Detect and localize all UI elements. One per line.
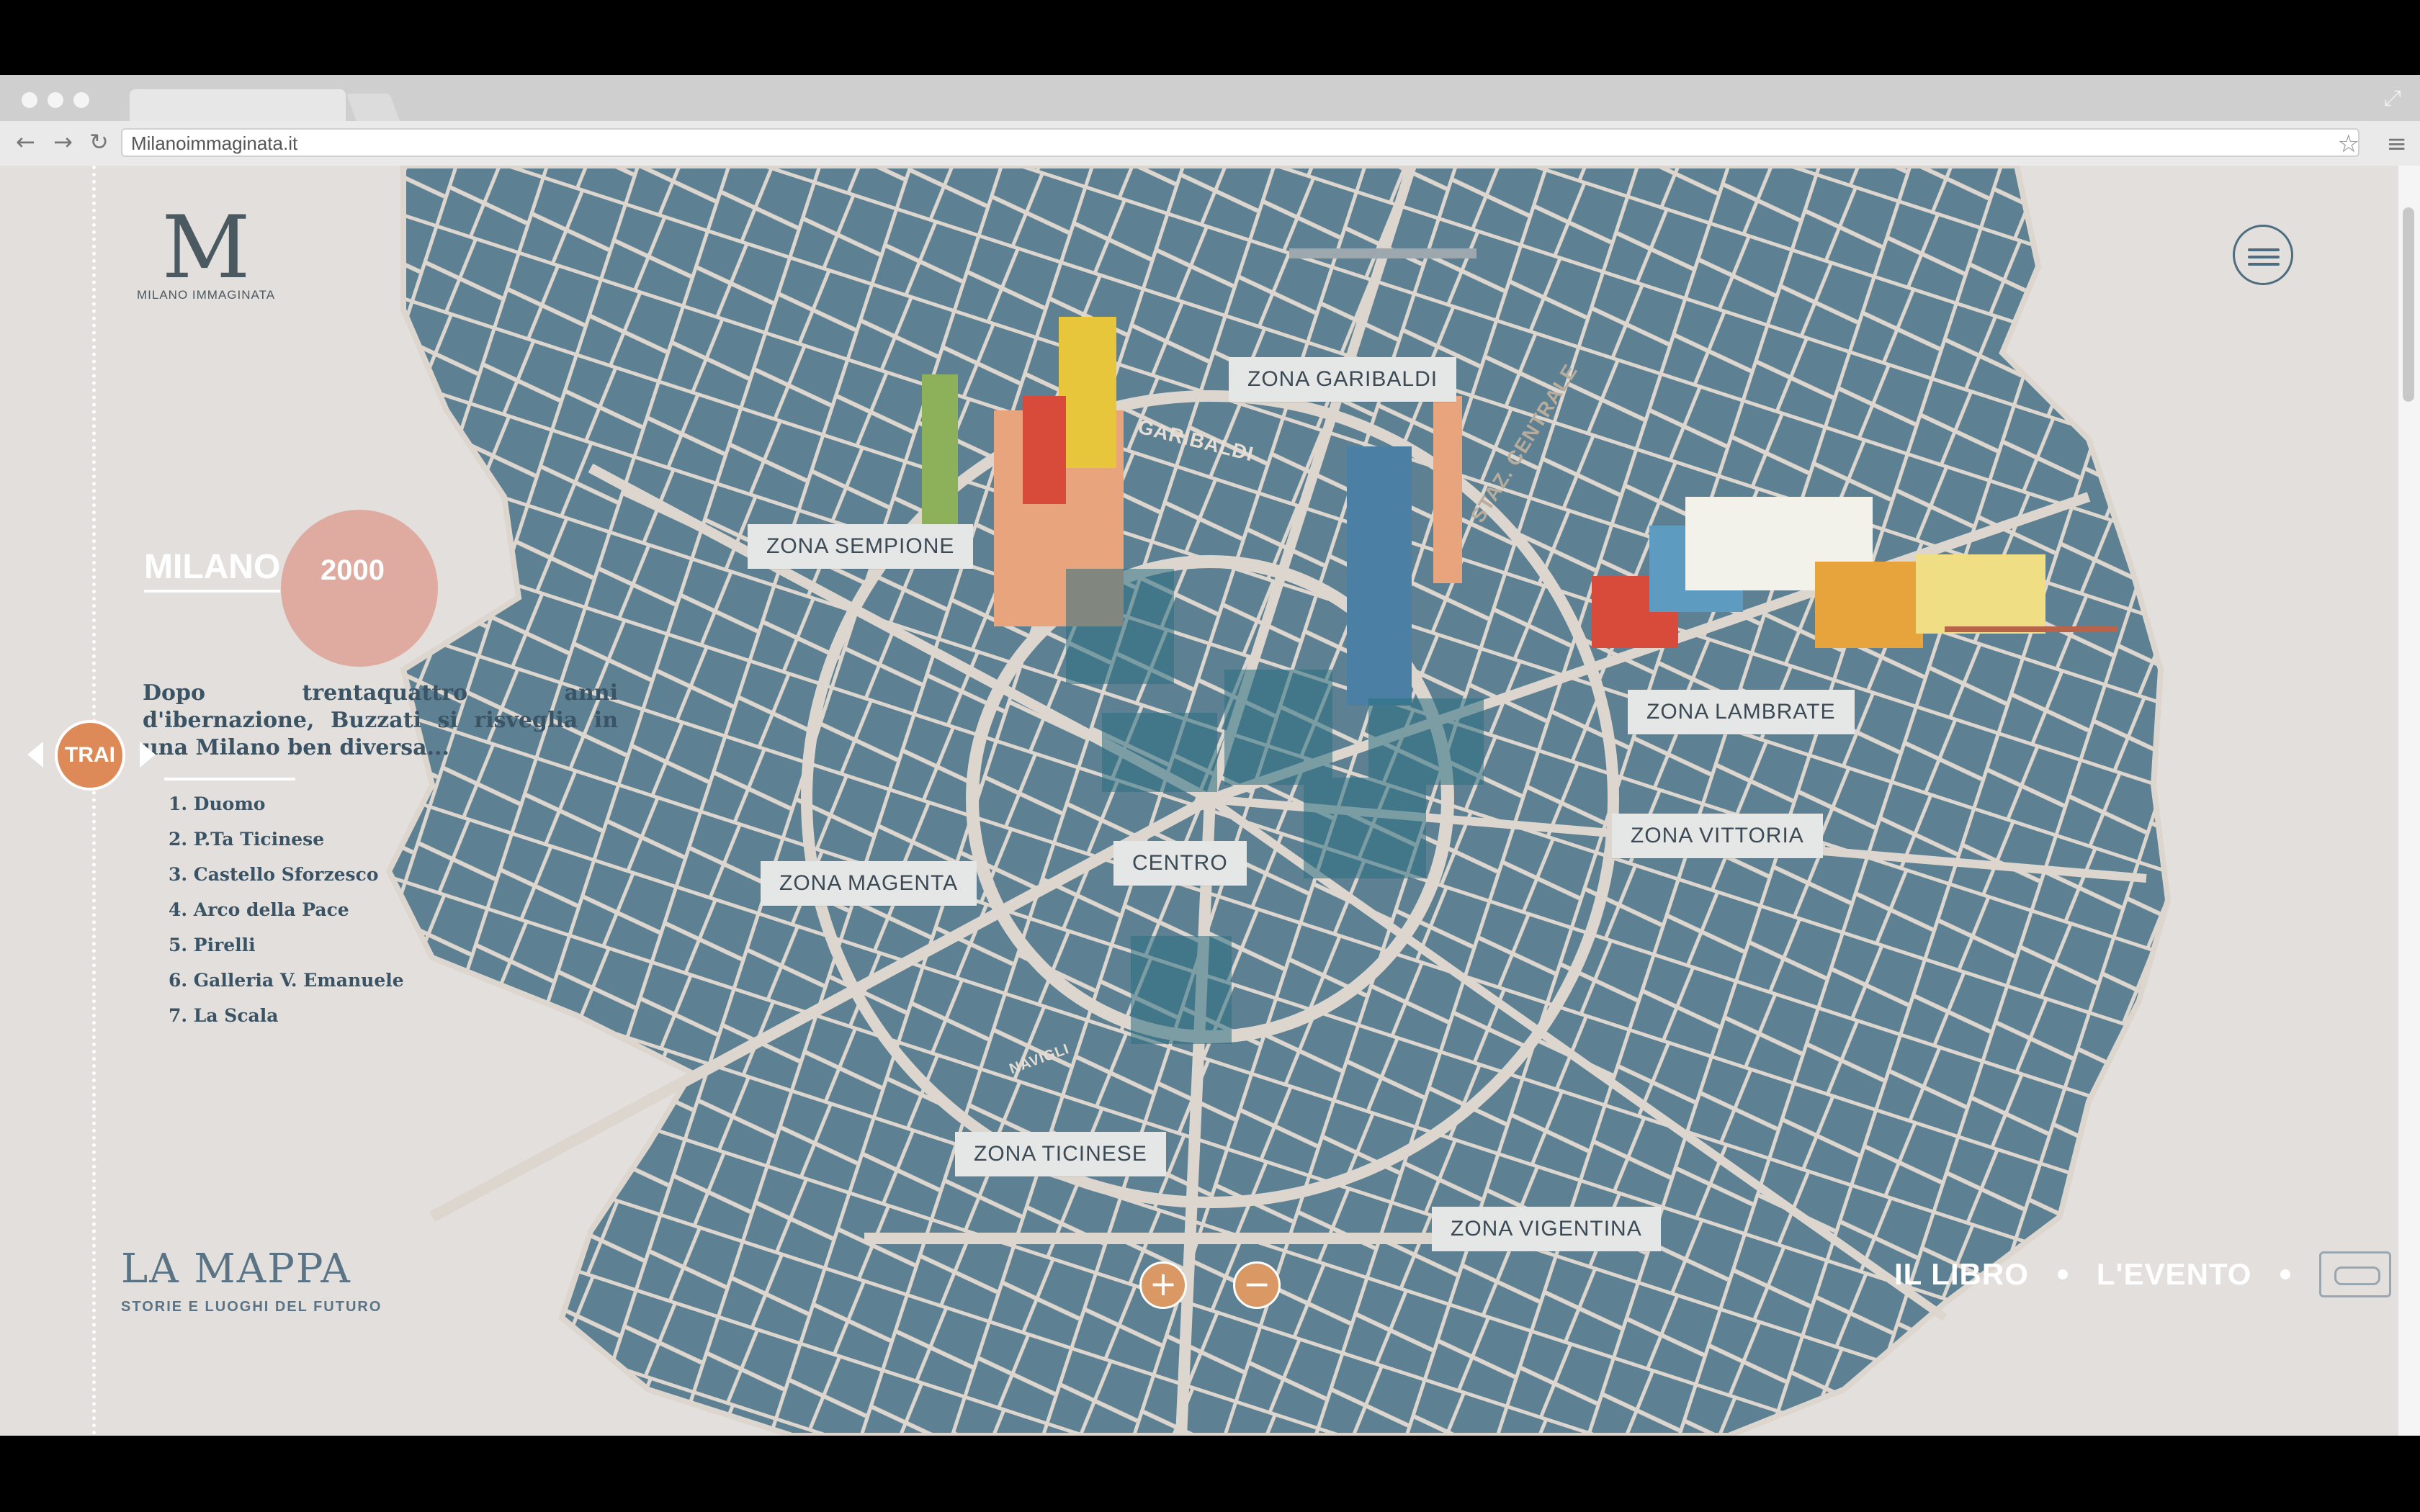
era-heading: MILANO 2000 — [144, 510, 438, 667]
zone-vigentina-label[interactable]: ZONA VIGENTINA — [1432, 1207, 1661, 1251]
cassette-audio-icon[interactable] — [2319, 1251, 2392, 1297]
new-tab-button[interactable] — [346, 94, 400, 121]
place-item-duomo[interactable]: 1. Duomo — [169, 793, 404, 829]
site-logo[interactable]: M MILANO IMMAGINATA — [137, 198, 276, 302]
place-item-la-scala[interactable]: 7. La Scala — [169, 1005, 404, 1040]
intro-text: Dopo trentaquattro anni d'ibernazione, B… — [143, 680, 618, 760]
tab-strip: ⤢ — [0, 75, 2420, 121]
browser-chrome: ⤢ ← → ↻ Milanoimmaginata.it ☆ ≡ — [0, 75, 2420, 167]
zone-magenta-label[interactable]: ZONA MAGENTA — [761, 861, 977, 906]
zone-sempione-label[interactable]: ZONA SEMPIONE — [748, 524, 974, 569]
intro-divider — [164, 778, 295, 780]
forward-icon[interactable]: → — [53, 128, 73, 156]
footer-nav: IL LIBRO L'EVENTO — [1894, 1251, 2392, 1297]
place-item-castello-sforzesco[interactable]: 3. Castello Sforzesco — [169, 864, 404, 899]
place-item-arco-della-pace[interactable]: 4. Arco della Pace — [169, 899, 404, 935]
zone-vittoria-label[interactable]: ZONA VITTORIA — [1612, 814, 1823, 858]
zone-garibaldi-label[interactable]: ZONA GARIBALDI — [1229, 357, 1457, 402]
browser-menu-icon[interactable]: ≡ — [2387, 130, 2408, 158]
zone-centro-label[interactable]: CENTRO — [1113, 841, 1247, 886]
scrollbar-thumb[interactable] — [2403, 207, 2414, 402]
window-controls — [22, 92, 89, 108]
zoom-in-button[interactable]: + — [1139, 1261, 1187, 1309]
reload-icon[interactable]: ↻ — [89, 128, 109, 156]
browser-tab[interactable] — [130, 89, 346, 121]
maximize-window-button[interactable] — [73, 92, 89, 108]
section-title: LA MAPPA — [121, 1246, 351, 1292]
logo-text: MILANO IMMAGINATA — [137, 288, 276, 302]
menu-line-icon — [2248, 263, 2280, 266]
timeline-drag-handle[interactable]: TRAI — [55, 720, 125, 791]
expand-icon[interactable]: ⤢ — [2384, 86, 2401, 111]
section-subtitle: STORIE E LUOGHI DEL FUTURO — [121, 1299, 382, 1315]
zone-lambrate-label[interactable]: ZONA LAMBRATE — [1628, 690, 1855, 734]
nav-bullet — [2057, 1269, 2068, 1279]
bookmark-star-icon[interactable]: ☆ — [2338, 130, 2360, 158]
address-bar[interactable]: Milanoimmaginata.it — [121, 128, 2360, 157]
page-viewport: ZONA GARIBALDI ZONA SEMPIONE ZONA LAMBRA… — [0, 166, 2420, 1436]
nav-link-evento[interactable]: L'EVENTO — [2097, 1257, 2252, 1292]
menu-line-icon — [2248, 256, 2280, 258]
hamburger-menu-button[interactable] — [2233, 225, 2293, 285]
close-window-button[interactable] — [22, 92, 37, 108]
timeline-track — [92, 166, 96, 1436]
nav-bullet — [2280, 1269, 2291, 1279]
page-scrollbar[interactable] — [2397, 166, 2420, 1436]
era-city-title: MILANO — [144, 547, 281, 593]
place-item-porta-ticinese[interactable]: 2. P.Ta Ticinese — [169, 829, 404, 864]
logo-mark: M — [161, 198, 251, 298]
nav-link-libro[interactable]: IL LIBRO — [1894, 1257, 2029, 1292]
zone-ticinese-label[interactable]: ZONA TICINESE — [955, 1132, 1166, 1176]
map-area[interactable] — [389, 166, 2168, 1436]
zoom-out-button[interactable]: − — [1233, 1261, 1281, 1309]
minimize-window-button[interactable] — [48, 92, 63, 108]
letterbox-bottom — [0, 1436, 2420, 1512]
place-item-pirelli[interactable]: 5. Pirelli — [169, 935, 404, 970]
era-circle — [281, 510, 438, 667]
browser-toolbar: ← → ↻ Milanoimmaginata.it ☆ ≡ — [0, 121, 2420, 167]
back-icon[interactable]: ← — [16, 128, 35, 156]
place-item-galleria[interactable]: 6. Galleria V. Emanuele — [169, 970, 404, 1005]
places-list: 1. Duomo 2. P.Ta Ticinese 3. Castello Sf… — [169, 793, 404, 1040]
timeline-prev-arrow-icon[interactable] — [27, 742, 43, 768]
menu-line-icon — [2248, 248, 2280, 251]
timeline-next-arrow-icon[interactable] — [140, 742, 156, 768]
era-year: 2000 — [321, 554, 385, 586]
